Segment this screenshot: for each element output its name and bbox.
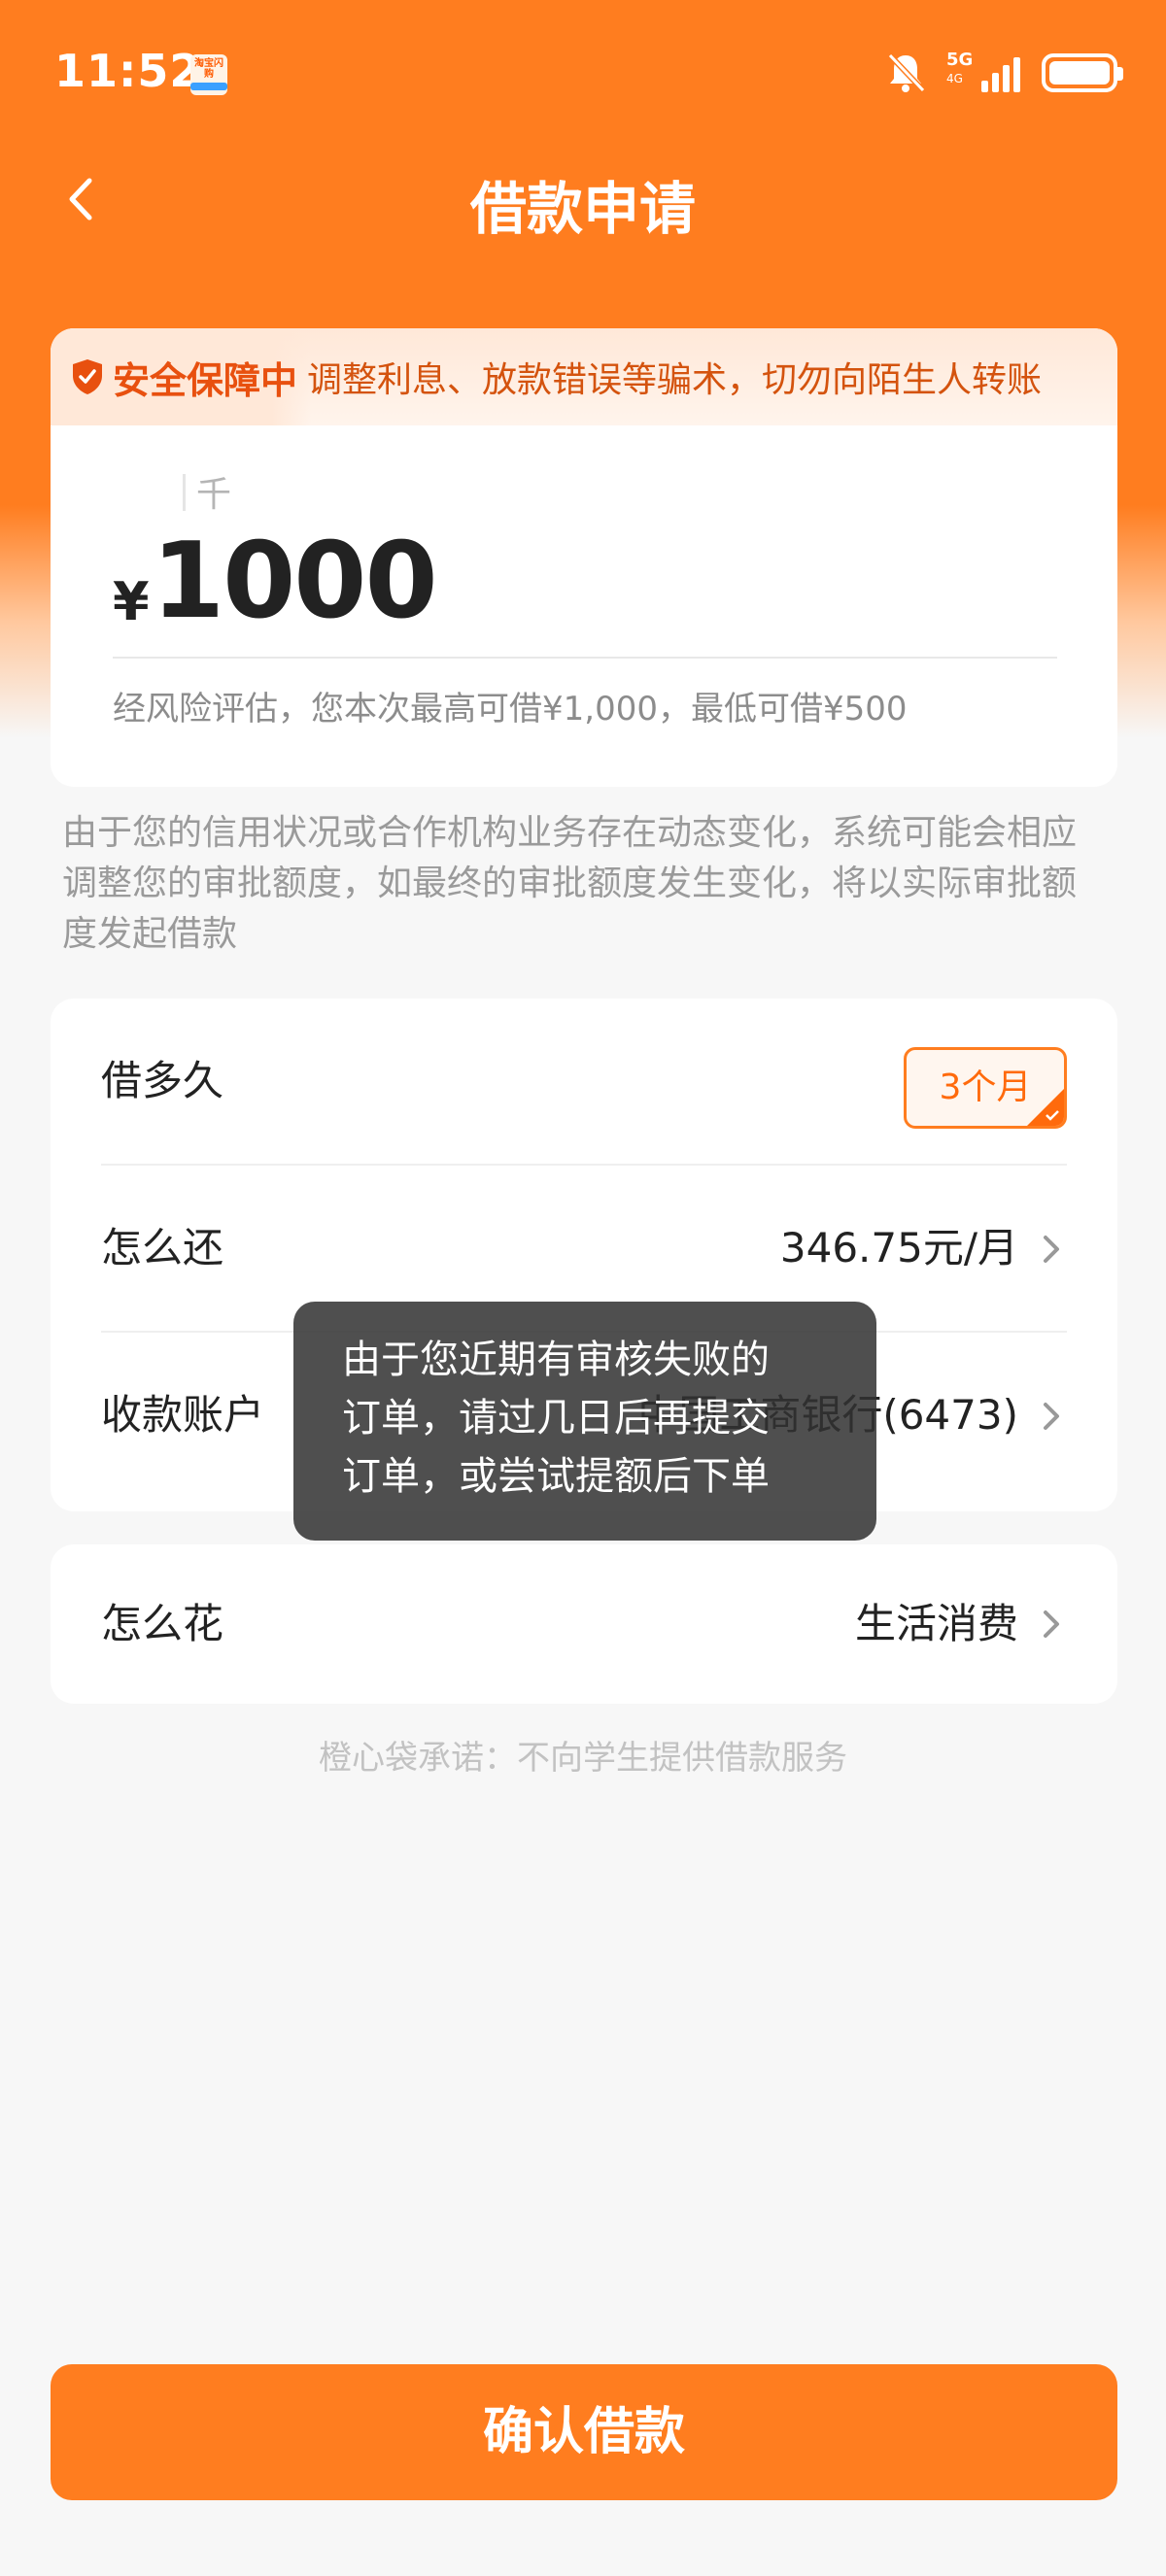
status-bar: 11:52 淘宝闪购 5G 4G [0,0,1166,146]
toast-line: 由于您近期有审核失败的 [342,1338,770,1382]
term-label: 借多久 [101,1057,224,1104]
loan-amount-input[interactable]: 1000 [152,521,438,642]
account-label: 收款账户 [101,1391,265,1439]
safety-badge: 安全保障中 [51,328,312,425]
student-promise: 橙心袋承诺：不向学生提供借款服务 [319,1739,847,1778]
amount-unit-hint: 千 [182,466,231,517]
network-type: 5G [946,50,974,70]
loan-amount-card: 安全保障中 调整利息、放款错误等骗术，切勿向陌生人转账 千 ¥ 1000 经风险… [51,328,1117,787]
credit-notice: 由于您的信用状况或合作机构业务存在动态变化，系统可能会相应调整您的审批额度，如最… [62,813,1078,954]
safety-marquee-text: 调整利息、放款错误等骗术，切勿向陌生人转账 [307,360,1043,400]
repay-label: 怎么还 [101,1224,224,1271]
term-option-chip[interactable]: 3个月 [904,1047,1067,1129]
status-icons: 5G 4G [886,49,1123,97]
term-row: 借多久 3个月 [101,999,1067,1164]
status-time: 11:52 [54,45,202,97]
credit-limit-hint: 经风险评估，您本次最高可借¥1,000，最低可借¥500 [113,690,908,729]
shield-check-icon [73,359,102,394]
check-icon [1046,1110,1059,1121]
signal-icon: 5G 4G [946,50,1020,92]
app-notification-badge: 淘宝闪购 [190,54,227,95]
spend-row[interactable]: 怎么花 生活消费 [101,1544,1067,1704]
toast-line: 订单，请过几日后再提交 [342,1396,770,1441]
app-badge-label: 淘宝闪购 [194,58,223,80]
amount-divider [113,657,1057,659]
safety-label: 安全保障中 [113,358,298,402]
battery-icon [1042,53,1123,92]
confirm-loan-button[interactable]: 确认借款 [51,2364,1117,2500]
term-value: 3个月 [939,1068,1032,1107]
spend-label: 怎么花 [101,1600,224,1647]
chevron-right-icon [1044,1236,1059,1263]
bell-muted-icon [887,52,925,93]
network-subtype: 4G [946,72,963,85]
amount-input-area: 千 ¥ 1000 经风险评估，您本次最高可借¥1,000，最低可借¥500 [62,427,1106,775]
spend-purpose-card: 怎么花 生活消费 [51,1544,1117,1704]
spend-value: 生活消费 [854,1600,1018,1647]
safety-banner[interactable]: 安全保障中 调整利息、放款错误等骗术，切勿向陌生人转账 [51,328,1117,425]
chevron-right-icon [1044,1610,1059,1638]
chevron-right-icon [1044,1403,1059,1430]
toast-line: 订单，或尝试提额后下单 [342,1454,770,1499]
nav-bar: 借款申请 [0,146,1166,253]
error-toast: 由于您近期有审核失败的 订单，请过几日后再提交 订单，或尝试提额后下单 [293,1302,876,1541]
page-title: 借款申请 [469,176,696,242]
currency-symbol: ¥ [113,571,150,632]
